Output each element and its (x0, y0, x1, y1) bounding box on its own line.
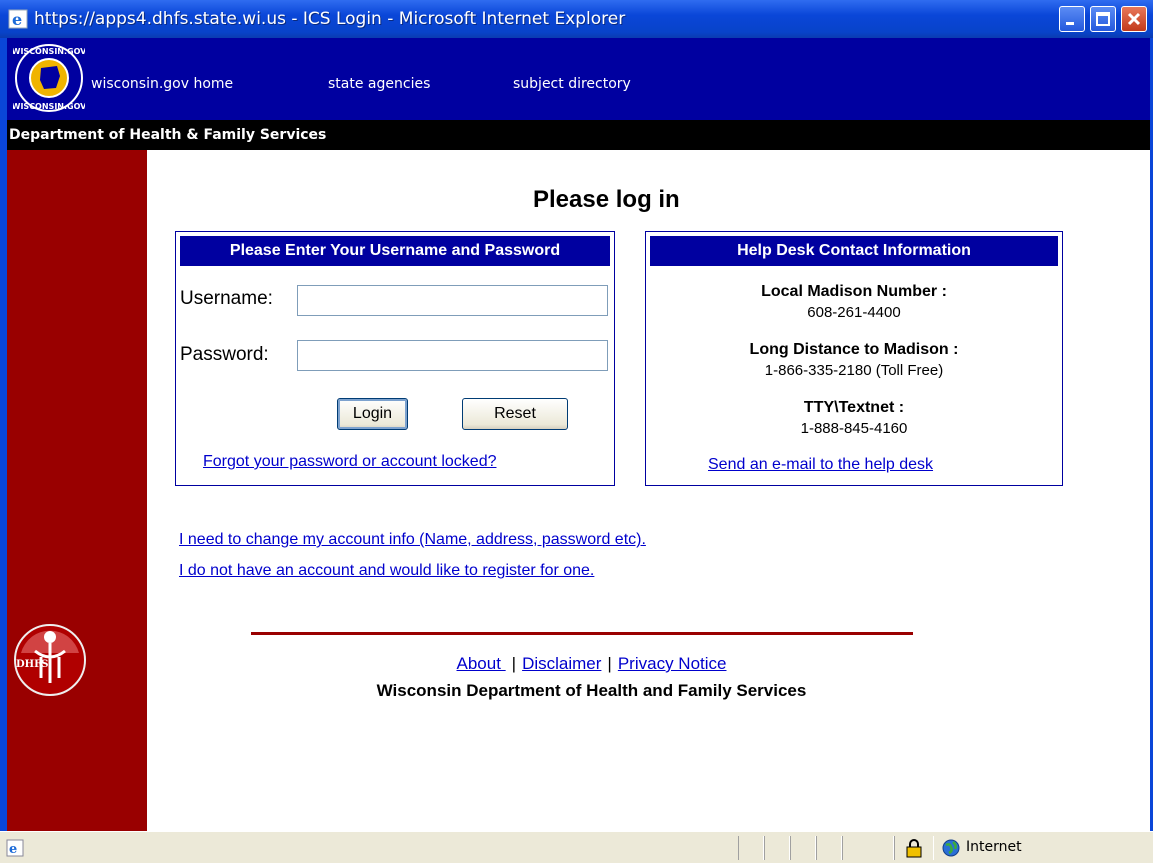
seal-text-top: WISCONSIN.GOV (13, 47, 85, 56)
username-input[interactable] (297, 285, 608, 316)
security-zone-label: Internet (966, 839, 1022, 855)
footer-divider (251, 632, 913, 635)
about-link[interactable]: About (457, 654, 506, 673)
left-sidebar (7, 150, 147, 831)
footer-organization: Wisconsin Department of Health and Famil… (376, 681, 807, 700)
status-cell (790, 836, 816, 860)
footer-separator: | (607, 654, 612, 673)
globe-icon (942, 839, 960, 857)
login-panel-title: Please Enter Your Username and Password (180, 236, 610, 266)
register-account-link[interactable]: I do not have an account and would like … (179, 562, 594, 580)
long-distance-label: Long Distance to Madison : (749, 341, 959, 358)
reset-button[interactable]: Reset (462, 398, 568, 430)
nav-link-state-agencies[interactable]: state agencies (328, 76, 430, 92)
page-content: WISCONSIN.GOV WISCONSIN.GOV wisconsin.go… (7, 38, 1150, 831)
svg-text:e: e (9, 842, 17, 857)
tty-value: 1-888-845-4160 (800, 420, 908, 437)
change-account-info-link[interactable]: I need to change my account info (Name, … (179, 531, 646, 549)
window-border-left (0, 38, 7, 831)
help-panel-title: Help Desk Contact Information (650, 236, 1058, 266)
status-bar: e Internet (0, 831, 1153, 863)
help-desk-panel: Help Desk Contact Information Local Madi… (645, 231, 1063, 486)
email-help-desk-link[interactable]: Send an e-mail to the help desk (708, 456, 933, 474)
status-cell (738, 836, 764, 860)
username-label: Username: (180, 288, 273, 309)
maximize-button[interactable] (1090, 6, 1116, 32)
svg-text:e: e (12, 10, 22, 29)
password-input[interactable] (297, 340, 608, 371)
status-cell (842, 836, 894, 860)
window-title: https://apps4.dhfs.state.wi.us - ICS Log… (34, 9, 626, 29)
nav-link-subject-directory[interactable]: subject directory (513, 76, 631, 92)
security-cell[interactable] (894, 836, 934, 860)
long-distance-value: 1-866-335-2180 (Toll Free) (764, 362, 944, 379)
page-status-icon: e (6, 839, 24, 857)
footer-links: About | Disclaimer | Privacy Notice (7, 654, 1150, 674)
login-panel: Please Enter Your Username and Password … (175, 231, 615, 486)
local-number-value: 608-261-4400 (807, 304, 901, 321)
window-titlebar[interactable]: e https://apps4.dhfs.state.wi.us - ICS L… (0, 0, 1153, 38)
site-nav-bar: WISCONSIN.GOV WISCONSIN.GOV wisconsin.go… (7, 38, 1150, 120)
page-title: Please log in (533, 186, 680, 213)
status-cell (816, 836, 842, 860)
status-cell (764, 836, 790, 860)
local-number-label: Local Madison Number : (761, 283, 947, 300)
lock-icon (906, 839, 922, 858)
seal-text-bottom: WISCONSIN.GOV (13, 102, 85, 111)
forgot-password-link[interactable]: Forgot your password or account locked? (203, 453, 496, 471)
minimize-icon (1066, 22, 1074, 25)
footer-separator: | (511, 654, 517, 673)
internet-explorer-icon: e (8, 9, 28, 29)
password-label: Password: (180, 344, 269, 365)
nav-link-wisconsin-gov-home[interactable]: wisconsin.gov home (91, 76, 233, 92)
close-button[interactable] (1121, 6, 1147, 32)
tty-label: TTY\Textnet : (803, 399, 905, 416)
maximize-icon (1096, 12, 1110, 26)
privacy-notice-link[interactable]: Privacy Notice (618, 654, 727, 673)
wisconsin-gov-seal-logo[interactable]: WISCONSIN.GOV WISCONSIN.GOV (13, 42, 85, 114)
login-button[interactable]: Login (337, 398, 408, 430)
minimize-button[interactable] (1059, 6, 1085, 32)
close-icon (1127, 12, 1141, 26)
disclaimer-link[interactable]: Disclaimer (522, 654, 601, 673)
department-bar: Department of Health & Family Services (7, 120, 1150, 150)
